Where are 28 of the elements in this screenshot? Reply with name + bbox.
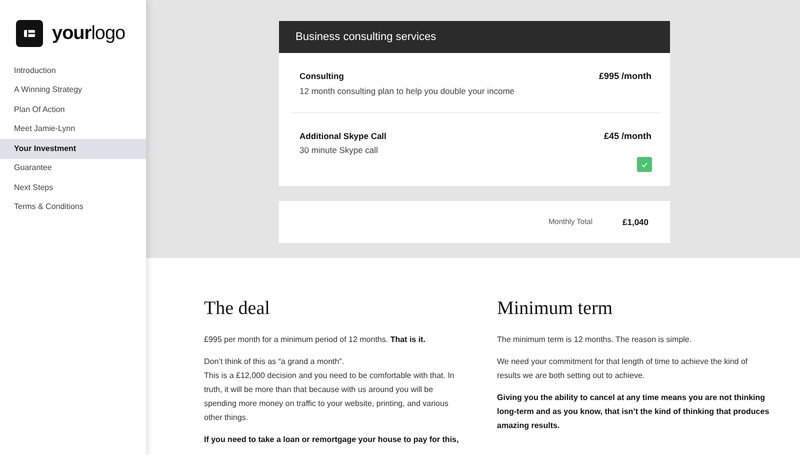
logo-icon bbox=[16, 20, 43, 47]
nav-item[interactable]: Plan Of Action bbox=[0, 100, 146, 120]
paragraph: Giving you the ability to cancel at any time means you are not thinking long-term and as you know, that isn’t the kind of thinking that produces amazing results. bbox=[497, 392, 770, 432]
nav-item[interactable]: A Winning Strategy bbox=[0, 80, 146, 100]
section-heading: The deal bbox=[204, 298, 271, 321]
paragraph: £995 per month for a minimum period of 12 months. That is it. bbox=[204, 334, 426, 346]
paragraph: If you need to take a loan or remortgage your house to pay for this, bbox=[204, 434, 460, 446]
checkbox[interactable] bbox=[636, 157, 652, 172]
card-title: Business consulting services bbox=[278, 21, 670, 53]
nav-item[interactable]: Your Investment bbox=[0, 139, 146, 158]
nav-item[interactable]: Next Steps bbox=[0, 178, 146, 198]
item-description: 12 month consulting plan to help you double your income bbox=[300, 84, 515, 98]
item-price: £45 /month bbox=[604, 130, 652, 142]
item-name: Consulting bbox=[300, 70, 345, 83]
nav-item[interactable]: Meet Jamie-Lynn bbox=[0, 120, 146, 139]
paragraph: We need your commitment for that length of time to achieve the kind of results we are both setting out to achieve. bbox=[497, 356, 749, 382]
logo-text: yourlogo bbox=[52, 24, 126, 43]
item-price: £995 /month bbox=[598, 70, 652, 83]
nav-item[interactable]: Guarantee bbox=[0, 158, 146, 178]
check-icon bbox=[640, 162, 648, 168]
paragraph: Don’t think of this as “a grand a month”. This is a £12,000 decision and you need to be comfortable with that. In truth, it will be more than that because with us around you will be spending more money on traffic to your website, printing, and various other things. bbox=[204, 356, 456, 424]
paragraph: The minimum term is 12 months. The reason is simple. bbox=[497, 334, 693, 346]
item-name: Additional Skype Call bbox=[300, 130, 386, 142]
nav-item[interactable]: Introduction bbox=[0, 61, 146, 80]
section-heading: Minimum term bbox=[497, 298, 614, 321]
item-description: 30 minute Skype call bbox=[300, 144, 379, 157]
total-amount: £1,040 bbox=[622, 216, 648, 228]
nav-item[interactable]: Terms & Conditions bbox=[0, 198, 146, 217]
